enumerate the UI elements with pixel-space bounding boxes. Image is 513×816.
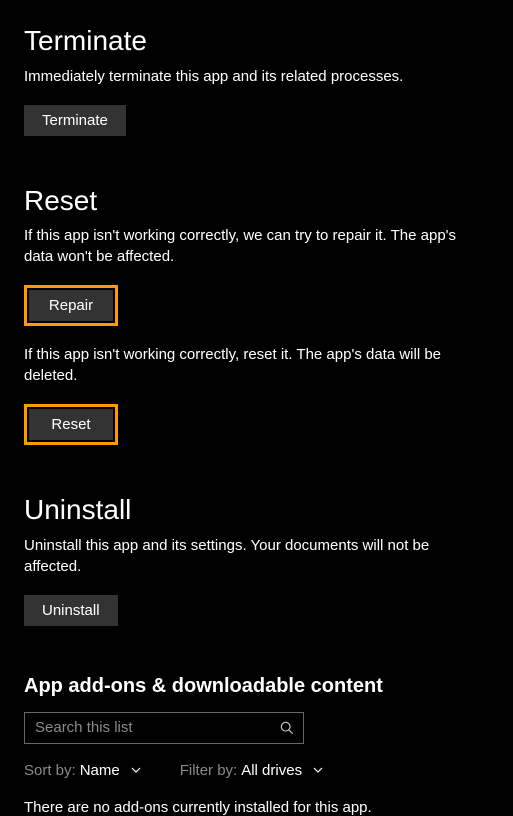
terminate-title: Terminate <box>24 24 489 58</box>
repair-desc: If this app isn't working correctly, we … <box>24 225 489 267</box>
uninstall-button-wrapper: Uninstall <box>24 595 118 626</box>
reset-section: Reset If this app isn't working correctl… <box>24 184 489 446</box>
filter-label: Filter by: <box>180 762 238 779</box>
uninstall-title: Uninstall <box>24 493 489 527</box>
sort-dropdown[interactable]: Sort by: Name <box>24 762 142 779</box>
addons-empty-text: There are no add-ons currently installed… <box>24 799 489 816</box>
filter-dropdown[interactable]: Filter by: All drives <box>180 762 324 779</box>
addons-title: App add-ons & downloadable content <box>24 674 489 698</box>
filter-row: Sort by: Name Filter by: All drives <box>24 762 489 779</box>
uninstall-section: Uninstall Uninstall this app and its set… <box>24 493 489 626</box>
reset-button[interactable]: Reset <box>29 409 113 440</box>
sort-label: Sort by: <box>24 762 76 779</box>
chevron-down-icon <box>312 764 324 776</box>
terminate-button-wrapper: Terminate <box>24 105 126 136</box>
repair-button[interactable]: Repair <box>29 290 113 321</box>
reset-desc: If this app isn't working correctly, res… <box>24 344 489 386</box>
search-input[interactable] <box>25 713 271 742</box>
uninstall-button[interactable]: Uninstall <box>24 595 118 626</box>
repair-button-highlight: Repair <box>24 285 118 326</box>
sort-value: Name <box>80 762 120 779</box>
uninstall-desc: Uninstall this app and its settings. You… <box>24 535 489 577</box>
reset-title: Reset <box>24 184 489 218</box>
chevron-down-icon <box>130 764 142 776</box>
search-box[interactable] <box>24 712 304 744</box>
terminate-desc: Immediately terminate this app and its r… <box>24 66 489 87</box>
filter-value: All drives <box>241 762 302 779</box>
terminate-section: Terminate Immediately terminate this app… <box>24 24 489 136</box>
search-icon[interactable] <box>271 712 303 744</box>
addons-section: App add-ons & downloadable content Sort … <box>24 674 489 816</box>
terminate-button[interactable]: Terminate <box>24 105 126 136</box>
reset-button-highlight: Reset <box>24 404 118 445</box>
